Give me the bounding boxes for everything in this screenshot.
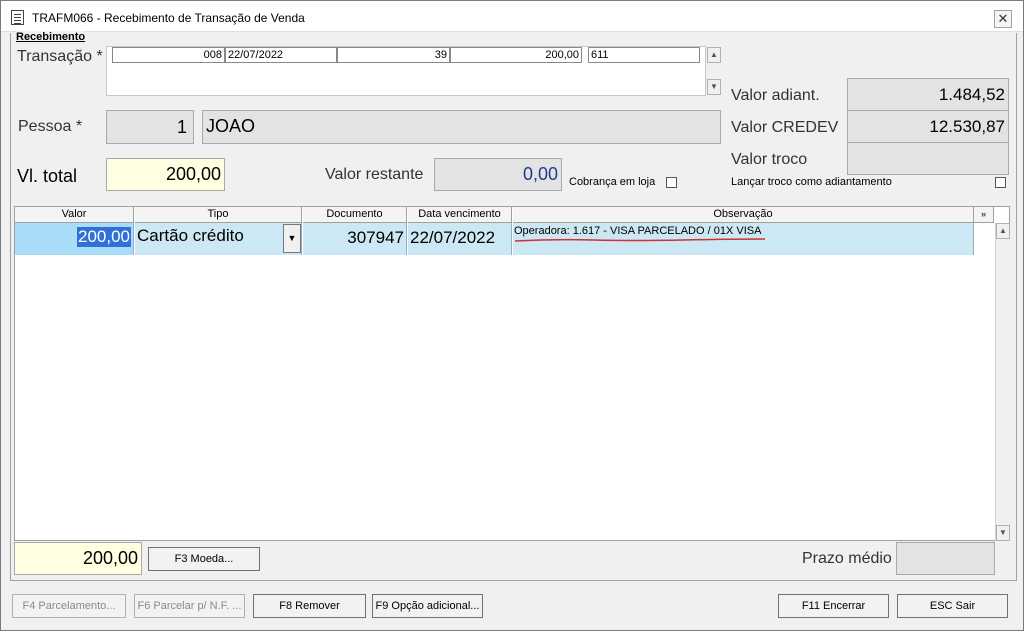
prazo-medio-label: Prazo médio bbox=[802, 550, 892, 567]
red-underline-annotation bbox=[514, 238, 766, 242]
valor-adiant-label: Valor adiant. bbox=[731, 87, 820, 104]
sair-button[interactable]: ESC Sair bbox=[897, 594, 1008, 618]
table-row-valor[interactable]: 200,00 bbox=[15, 223, 134, 255]
valor-credev-field[interactable]: 12.530,87 bbox=[847, 110, 1009, 143]
transacao-field-code[interactable]: 611 bbox=[588, 47, 700, 63]
prazo-medio-field[interactable] bbox=[896, 542, 995, 575]
column-header-observacao[interactable]: Observação bbox=[513, 207, 974, 223]
document-icon bbox=[11, 10, 24, 25]
lancar-troco-label: Lançar troco como adiantamento bbox=[731, 176, 892, 188]
cobranca-label: Cobrança em loja bbox=[569, 176, 656, 188]
column-header-tipo[interactable]: Tipo bbox=[135, 207, 302, 223]
grid-vertical-scrollbar[interactable]: ▲ ▼ bbox=[995, 223, 1010, 541]
opcao-adicional-button[interactable]: F9 Opção adicional... bbox=[372, 594, 483, 618]
valor-credev-label: Valor CREDEV bbox=[731, 119, 839, 136]
row-data-text: 22/07/2022 bbox=[410, 228, 496, 247]
title-bar: TRAFM066 - Recebimento de Transação de V… bbox=[1, 1, 1023, 32]
remover-button[interactable]: F8 Remover bbox=[253, 594, 366, 618]
parcelar-nf-button[interactable]: F6 Parcelar p/ N.F. ... bbox=[134, 594, 245, 618]
group-label: Recebimento bbox=[16, 31, 86, 43]
valor-troco-label: Valor troco bbox=[731, 151, 808, 168]
table-row-documento[interactable]: 307947 bbox=[303, 223, 407, 255]
cobranca-checkbox[interactable] bbox=[666, 177, 677, 188]
table-row-data[interactable]: 22/07/2022 bbox=[408, 223, 512, 255]
table-row-tipo[interactable]: Cartão crédito ▼ bbox=[135, 223, 302, 255]
valor-adiant-field[interactable]: 1.484,52 bbox=[847, 78, 1009, 111]
row-tipo-text: Cartão crédito bbox=[137, 226, 244, 245]
moeda-button[interactable]: F3 Moeda... bbox=[148, 547, 260, 571]
transacao-field-qty[interactable]: 39 bbox=[337, 47, 450, 63]
vl-total-field[interactable]: 200,00 bbox=[106, 158, 225, 191]
close-button[interactable]: ✕ bbox=[994, 10, 1012, 28]
column-chooser-icon[interactable]: » bbox=[974, 207, 994, 223]
valor-troco-field[interactable] bbox=[847, 142, 1009, 175]
tipo-dropdown-icon[interactable]: ▼ bbox=[283, 224, 301, 253]
valor-restante-field[interactable]: 0,00 bbox=[434, 158, 562, 191]
table-row-observacao[interactable]: Operadora: 1.617 - VISA PARCELADO / 01X … bbox=[513, 223, 974, 255]
window-title: TRAFM066 - Recebimento de Transação de V… bbox=[32, 11, 305, 25]
lancar-troco-checkbox[interactable] bbox=[995, 177, 1006, 188]
vl-total-label: Vl. total bbox=[17, 166, 78, 186]
pessoa-label: Pessoa * bbox=[18, 118, 83, 135]
grid-scroll-up[interactable]: ▲ bbox=[996, 223, 1010, 239]
grid-scroll-down[interactable]: ▼ bbox=[996, 525, 1010, 541]
total-field[interactable]: 200,00 bbox=[14, 542, 142, 575]
transacao-field-date[interactable]: 22/07/2022 bbox=[225, 47, 337, 63]
row-documento-text: 307947 bbox=[347, 228, 404, 247]
transacao-field-value[interactable]: 200,00 bbox=[450, 47, 582, 63]
transacao-field-number[interactable]: 008 bbox=[112, 47, 225, 63]
scroll-up-button[interactable]: ▲ bbox=[707, 47, 721, 63]
pessoa-code-field[interactable]: 1 bbox=[106, 110, 194, 144]
scroll-down-button[interactable]: ▼ bbox=[707, 79, 721, 95]
payment-grid[interactable]: Valor Tipo Documento Data vencimento Obs… bbox=[14, 206, 1010, 541]
column-header-documento[interactable]: Documento bbox=[303, 207, 407, 223]
row-valor-text: 200,00 bbox=[77, 227, 131, 247]
valor-restante-label: Valor restante bbox=[325, 166, 424, 183]
parcelamento-button[interactable]: F4 Parcelamento... bbox=[12, 594, 126, 618]
column-header-valor[interactable]: Valor bbox=[15, 207, 134, 223]
pessoa-name-field[interactable]: JOAO bbox=[202, 110, 721, 144]
column-header-data-vencimento[interactable]: Data vencimento bbox=[408, 207, 512, 223]
transacao-label: Transação * bbox=[17, 48, 103, 65]
encerrar-button[interactable]: F11 Encerrar bbox=[778, 594, 889, 618]
